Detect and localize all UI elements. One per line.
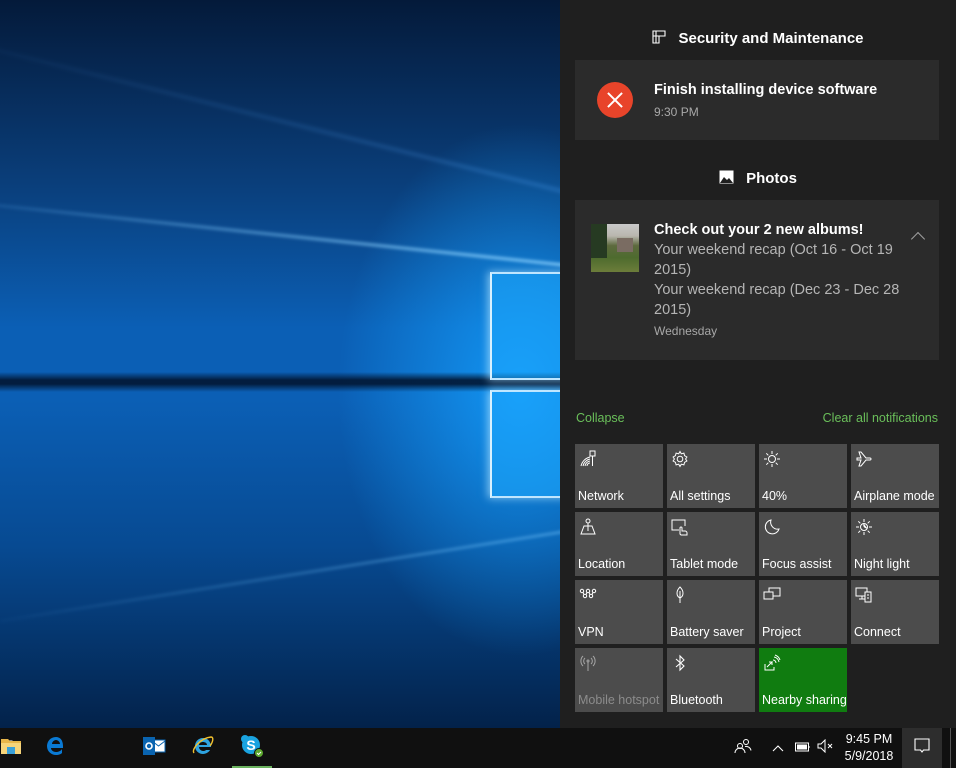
action-center-icon [914, 737, 930, 759]
show-hidden-icons-button[interactable] [768, 728, 788, 768]
quick-action-location[interactable]: Location [575, 512, 663, 576]
taskbar-app-edge[interactable] [36, 728, 76, 768]
wallpaper-window-divider [0, 372, 560, 392]
quick-action-focus-assist[interactable]: Focus assist [759, 512, 847, 576]
quick-action-label: Night light [854, 557, 910, 571]
quick-action-label: Battery saver [670, 625, 744, 639]
action-center-button[interactable] [902, 728, 942, 768]
quick-action-project[interactable]: Project [759, 580, 847, 644]
airplane-icon [855, 450, 873, 468]
security-maintenance-icon [652, 30, 667, 48]
volume-button[interactable] [814, 728, 836, 768]
quick-actions-grid: Network All settings 40% Airplane mode L… [575, 444, 941, 712]
group-app-name: Photos [746, 170, 797, 187]
quick-action-label: Mobile hotspot [578, 693, 660, 707]
photos-icon [719, 170, 734, 188]
night-light-icon [855, 518, 873, 536]
people-button[interactable] [730, 728, 756, 768]
quick-action-label: Nearby sharing [762, 693, 847, 707]
clear-all-notifications-link[interactable]: Clear all notifications [823, 411, 938, 425]
brightness-icon [763, 450, 781, 468]
quick-action-vpn[interactable]: VPN [575, 580, 663, 644]
collapse-link[interactable]: Collapse [576, 411, 625, 425]
quick-action-label: Tablet mode [670, 557, 739, 571]
notification-title: Check out your 2 new albums! [654, 222, 864, 238]
mobile-hotspot-icon [579, 654, 597, 672]
taskbar-app-internet-explorer[interactable] [183, 728, 223, 768]
quick-action-label: Focus assist [762, 557, 832, 571]
notification-body-line: Your weekend recap (Oct 16 - Oct 19 2015… [654, 242, 893, 278]
show-desktop-button[interactable] [950, 728, 956, 768]
clock-time: 9:45 PM [845, 732, 893, 746]
notification-group-header-photos[interactable]: Photos [560, 170, 956, 188]
quick-action-label: Airplane mode [854, 489, 935, 503]
wallpaper-window-pane [490, 390, 560, 498]
taskbar-clock[interactable]: 9:45 PM 5/9/2018 [838, 731, 900, 765]
battery-icon [795, 739, 811, 757]
quick-action-connect[interactable]: Connect [851, 580, 939, 644]
wallpaper-light-beam [0, 40, 560, 200]
taskbar-app-file-explorer[interactable] [0, 728, 22, 768]
clock-date: 5/9/2018 [844, 749, 894, 763]
gear-icon [671, 450, 689, 468]
quick-action-bluetooth[interactable]: Bluetooth [667, 648, 755, 712]
action-center-panel: Security and Maintenance Finish installi… [560, 0, 956, 728]
quick-action-night-light[interactable]: Night light [851, 512, 939, 576]
taskbar: S 9:45 PM 5/9/2018 [0, 728, 956, 768]
notification-toast[interactable]: Finish installing device software 9:30 P… [575, 60, 939, 140]
notification-time: Wednesday [654, 324, 718, 338]
project-icon [763, 586, 781, 604]
skype-icon: S [239, 733, 265, 764]
people-icon [734, 738, 752, 759]
quick-action-label: Connect [854, 625, 901, 639]
bluetooth-icon [671, 654, 689, 672]
notification-toast[interactable]: Check out your 2 new albums! Your weeken… [575, 200, 939, 360]
wallpaper-light-beam [0, 200, 560, 268]
wallpaper-light-beam [0, 523, 560, 622]
quick-action-label: 40% [762, 489, 788, 503]
tablet-mode-icon [671, 518, 689, 536]
quick-action-network[interactable]: Network [575, 444, 663, 508]
battery-button[interactable] [792, 728, 814, 768]
quick-action-tablet-mode[interactable]: Tablet mode [667, 512, 755, 576]
edge-icon [45, 735, 67, 762]
chevron-up-icon [772, 739, 784, 757]
quick-action-label: All settings [670, 489, 731, 503]
quick-action-label: Location [578, 557, 626, 571]
taskbar-app-outlook[interactable] [134, 728, 174, 768]
notification-title: Finish installing device software [654, 82, 878, 98]
notification-group-header-security[interactable]: Security and Maintenance [560, 30, 956, 48]
quick-action-airplane-mode[interactable]: Airplane mode [851, 444, 939, 508]
album-thumbnail [591, 224, 639, 272]
quick-action-label: VPN [578, 625, 604, 639]
outlook-icon [142, 735, 166, 762]
quick-action-label: Project [762, 625, 801, 639]
location-icon [579, 518, 597, 536]
desktop-wallpaper[interactable] [0, 0, 560, 728]
quick-action-label: Bluetooth [670, 693, 723, 707]
nearby-sharing-icon [763, 654, 781, 672]
moon-icon [763, 518, 781, 536]
quick-action-nearby-sharing[interactable]: Nearby sharing [759, 648, 847, 712]
quick-action-mobile-hotspot[interactable]: Mobile hotspot [575, 648, 663, 712]
wallpaper-window-pane [490, 272, 560, 380]
connect-icon [855, 586, 873, 604]
quick-action-all-settings[interactable]: All settings [667, 444, 755, 508]
quick-action-battery-saver[interactable]: Battery saver [667, 580, 755, 644]
group-app-name: Security and Maintenance [678, 30, 864, 47]
network-icon [579, 450, 597, 468]
quick-action-brightness[interactable]: 40% [759, 444, 847, 508]
error-x-icon [597, 82, 633, 118]
internet-explorer-icon [191, 735, 215, 762]
vpn-icon [579, 586, 597, 604]
volume-muted-icon [817, 738, 833, 758]
notification-time: 9:30 PM [654, 105, 699, 119]
svg-text:S: S [246, 737, 255, 753]
quick-action-label: Network [578, 489, 624, 503]
file-explorer-icon [0, 736, 22, 761]
battery-saver-icon [671, 586, 689, 604]
taskbar-app-skype[interactable]: S [232, 728, 272, 768]
notification-body-line: Your weekend recap (Dec 23 - Dec 28 2015… [654, 282, 900, 318]
